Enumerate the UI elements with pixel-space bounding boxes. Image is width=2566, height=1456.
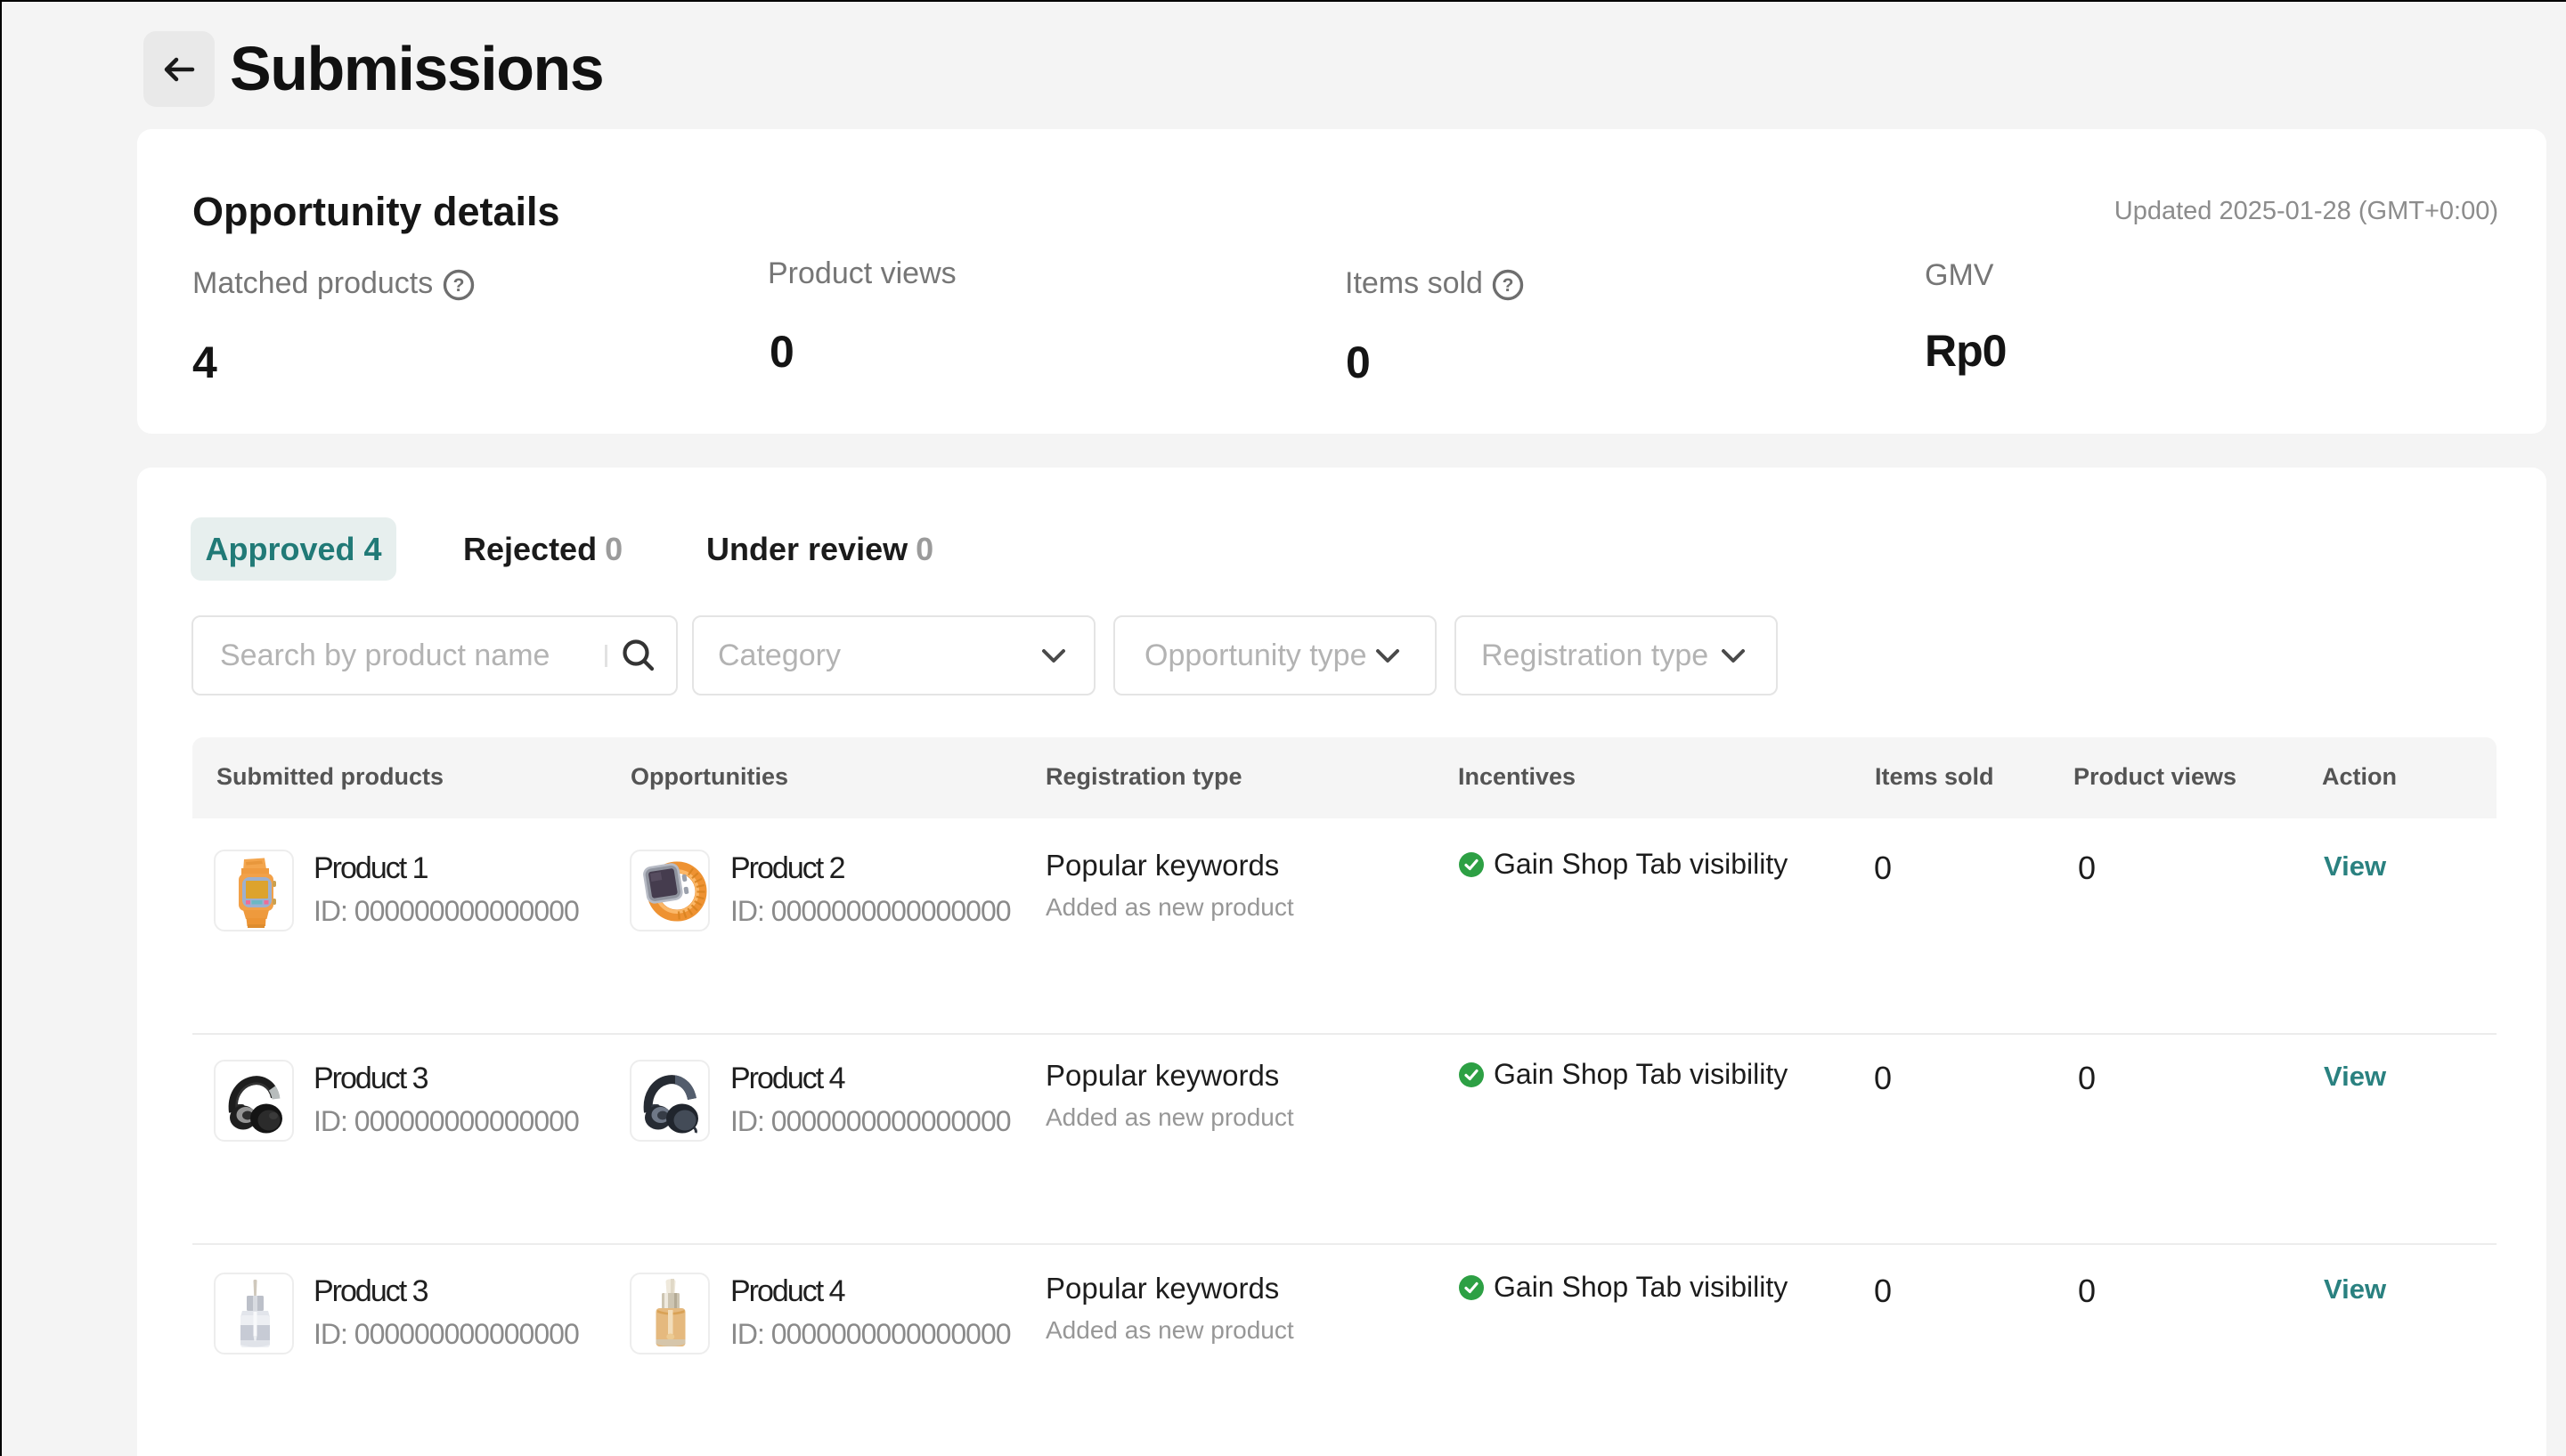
svg-text:?: ? [453, 275, 465, 296]
svg-text:?: ? [1503, 275, 1514, 296]
